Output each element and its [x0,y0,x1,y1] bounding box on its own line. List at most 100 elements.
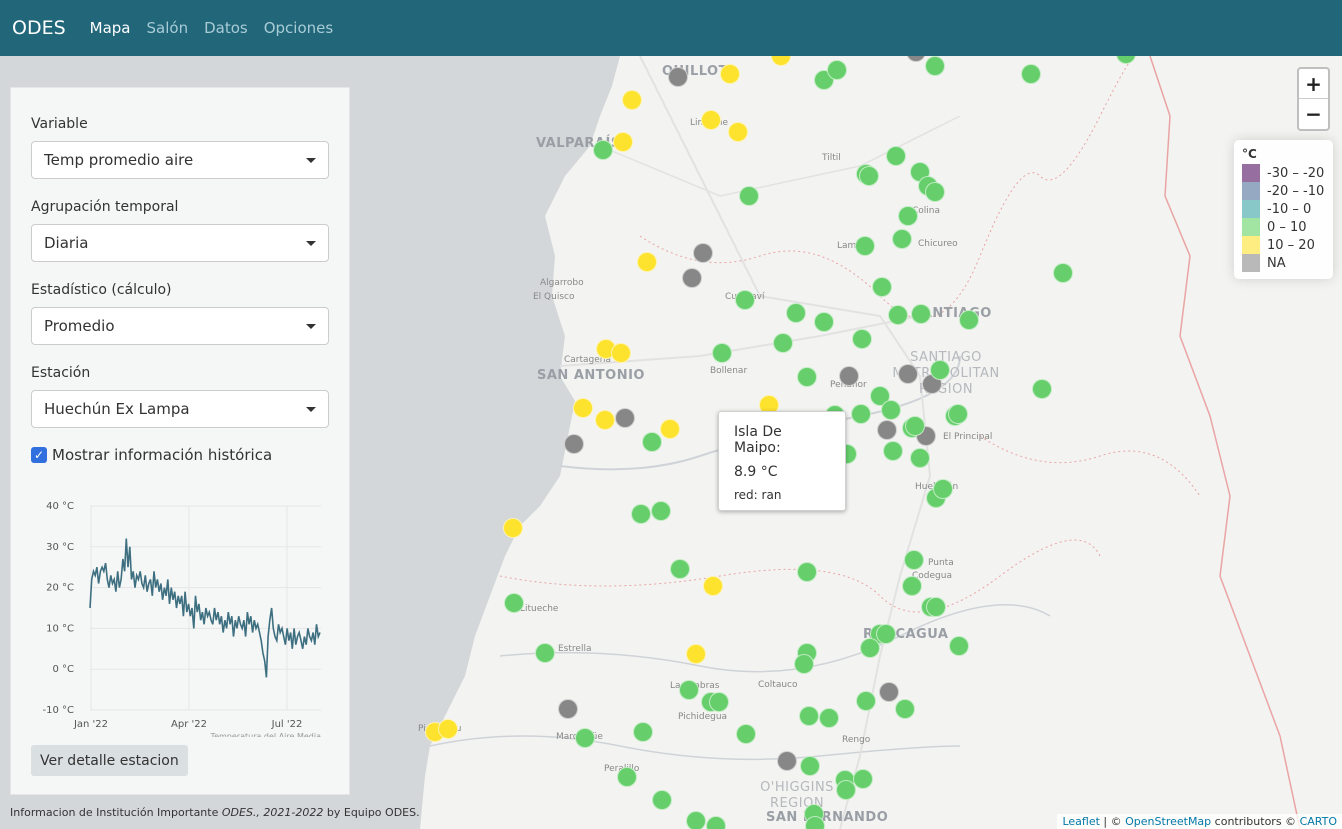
station-marker[interactable] [682,268,702,288]
station-marker[interactable] [613,132,633,152]
station-marker[interactable] [709,692,729,712]
station-marker[interactable] [1032,379,1052,399]
leaflet-link[interactable]: Leaflet [1062,815,1099,828]
station-marker[interactable] [933,479,953,499]
station-marker[interactable] [686,811,706,829]
station-marker[interactable] [637,252,657,272]
zoom-out-button[interactable]: − [1299,99,1328,129]
station-marker[interactable] [895,699,915,719]
station-marker[interactable] [670,559,690,579]
station-marker[interactable] [859,166,879,186]
station-marker[interactable] [886,146,906,166]
station-marker[interactable] [1021,64,1041,84]
station-marker[interactable] [773,333,793,353]
station-marker[interactable] [855,236,875,256]
station-marker[interactable] [438,719,458,739]
agrupacion-select[interactable]: Diaria [31,224,329,262]
osm-link[interactable]: OpenStreetMap [1125,815,1211,828]
station-marker[interactable] [503,518,523,538]
station-marker[interactable] [797,562,817,582]
station-marker[interactable] [898,206,918,226]
station-marker[interactable] [799,706,819,726]
station-marker[interactable] [814,312,834,332]
station-marker[interactable] [786,303,806,323]
station-marker[interactable] [564,434,584,454]
station-marker[interactable] [805,816,825,829]
station-marker[interactable] [876,624,896,644]
station-marker[interactable] [881,400,901,420]
station-marker[interactable] [925,56,945,76]
nav-item-salon[interactable]: Salón [147,19,189,37]
station-marker[interactable] [706,816,726,829]
station-marker[interactable] [728,122,748,142]
station-marker[interactable] [827,60,847,80]
station-marker[interactable] [720,64,740,84]
station-marker[interactable] [930,360,950,380]
station-marker[interactable] [851,404,871,424]
station-marker[interactable] [949,636,969,656]
station-marker[interactable] [892,229,912,249]
station-marker[interactable] [852,329,872,349]
station-marker[interactable] [911,304,931,324]
station-marker[interactable] [686,644,706,664]
nav-item-datos[interactable]: Datos [204,19,248,37]
station-marker[interactable] [905,416,925,436]
station-marker[interactable] [926,597,946,617]
station-marker[interactable] [593,140,613,160]
station-marker[interactable] [910,448,930,468]
station-marker[interactable] [642,432,662,452]
nav-item-opciones[interactable]: Opciones [264,19,333,37]
station-marker[interactable] [652,790,672,810]
zoom-in-button[interactable]: + [1299,69,1328,99]
station-marker[interactable] [872,277,892,297]
station-marker[interactable] [819,708,839,728]
station-marker[interactable] [877,420,897,440]
nav-item-mapa[interactable]: Mapa [90,19,131,37]
station-marker[interactable] [856,691,876,711]
station-marker[interactable] [651,501,671,521]
station-marker[interactable] [777,751,797,771]
station-marker[interactable] [736,724,756,744]
station-marker[interactable] [853,769,873,789]
estacion-select[interactable]: Huechún Ex Lampa [31,390,329,428]
station-marker[interactable] [558,699,578,719]
station-marker[interactable] [739,186,759,206]
station-marker[interactable] [904,550,924,570]
station-marker[interactable] [948,404,968,424]
station-marker[interactable] [633,722,653,742]
station-marker[interactable] [800,756,820,776]
station-marker[interactable] [573,398,593,418]
station-marker[interactable] [902,576,922,596]
station-marker[interactable] [631,504,651,524]
station-marker[interactable] [693,243,713,263]
variable-select[interactable]: Temp promedio aire [31,141,329,179]
historico-checkbox[interactable]: ✓ [31,447,47,463]
station-marker[interactable] [836,780,856,800]
station-marker[interactable] [617,767,637,787]
station-marker[interactable] [504,593,524,613]
station-marker[interactable] [712,343,732,363]
station-marker[interactable] [1053,263,1073,283]
station-marker[interactable] [660,419,680,439]
station-marker[interactable] [883,441,903,461]
station-marker[interactable] [879,682,899,702]
station-marker[interactable] [794,654,814,674]
station-marker[interactable] [860,638,880,658]
station-marker[interactable] [839,366,859,386]
ver-detalle-button[interactable]: Ver detalle estacion [31,745,188,776]
station-marker[interactable] [959,310,979,330]
station-marker[interactable] [925,182,945,202]
station-marker[interactable] [615,408,635,428]
brand[interactable]: ODES [12,17,66,39]
station-marker[interactable] [668,67,688,87]
station-marker[interactable] [735,290,755,310]
station-marker[interactable] [703,576,723,596]
carto-link[interactable]: CARTO [1300,815,1337,828]
station-marker[interactable] [679,680,699,700]
station-marker[interactable] [595,410,615,430]
station-marker[interactable] [611,343,631,363]
station-marker[interactable] [898,364,918,384]
station-marker[interactable] [888,305,908,325]
station-marker[interactable] [535,643,555,663]
station-marker[interactable] [797,367,817,387]
